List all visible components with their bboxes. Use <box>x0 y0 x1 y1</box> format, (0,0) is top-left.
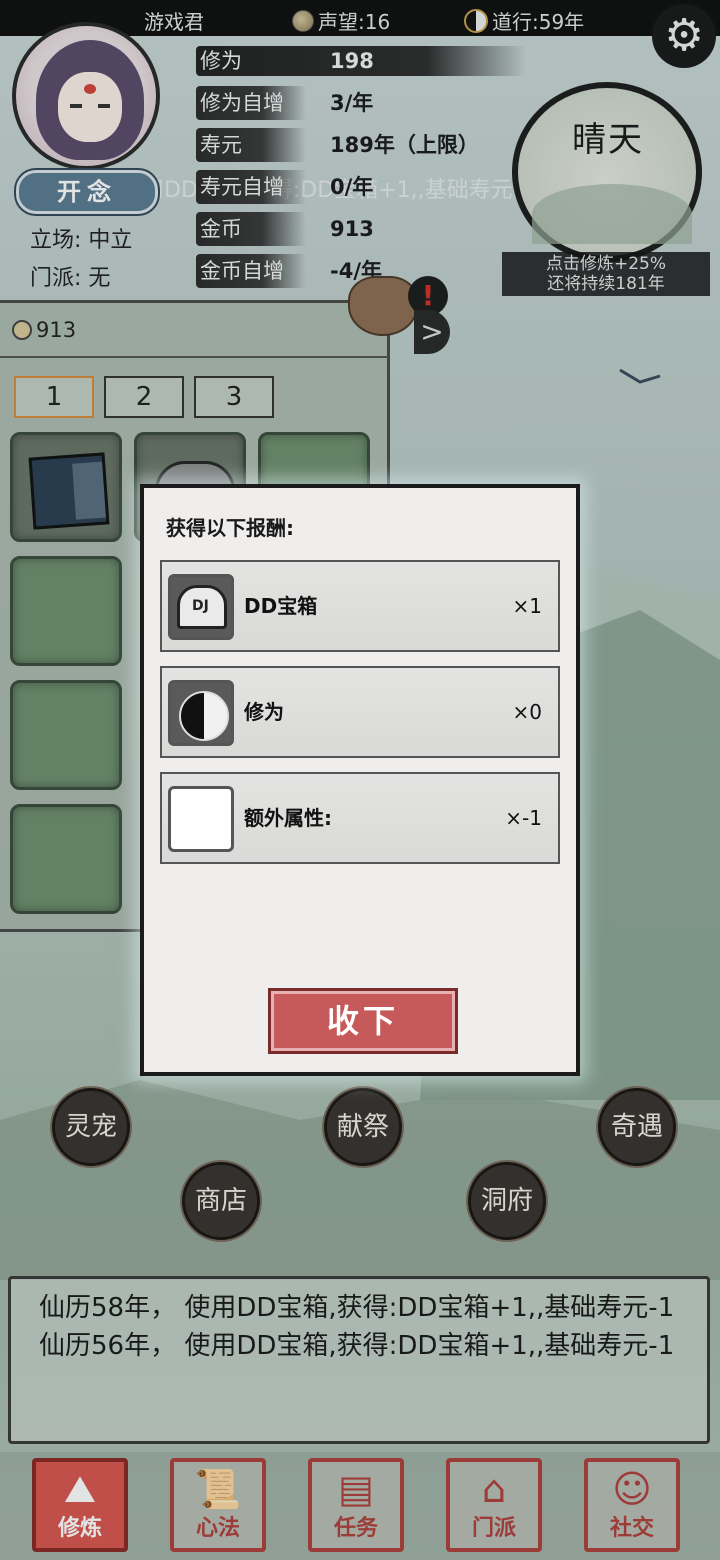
yin-yang-icon <box>179 691 229 741</box>
dialog-title: 获得以下报酬: <box>166 516 294 540</box>
reward-name: 修为 <box>244 700 284 724</box>
reward-qty: ×-1 <box>505 806 542 830</box>
reward-icon-frame <box>168 680 234 746</box>
reward-name: DD宝箱 <box>244 594 318 618</box>
reward-qty: ×1 <box>512 594 542 618</box>
reward-icon-frame <box>168 574 234 640</box>
reward-dialog: 获得以下报酬: DD宝箱 ×1 修为 ×0 额外属性: ×-1 收下 <box>140 484 580 1076</box>
blank-icon <box>168 786 234 852</box>
reward-item-cultivation: 修为 ×0 <box>160 666 560 758</box>
chest-icon <box>177 585 227 629</box>
collect-button[interactable]: 收下 <box>268 988 458 1054</box>
reward-qty: ×0 <box>512 700 542 724</box>
reward-item-extra-attribute: 额外属性: ×-1 <box>160 772 560 864</box>
reward-name: 额外属性: <box>244 806 332 830</box>
reward-item-chest: DD宝箱 ×1 <box>160 560 560 652</box>
